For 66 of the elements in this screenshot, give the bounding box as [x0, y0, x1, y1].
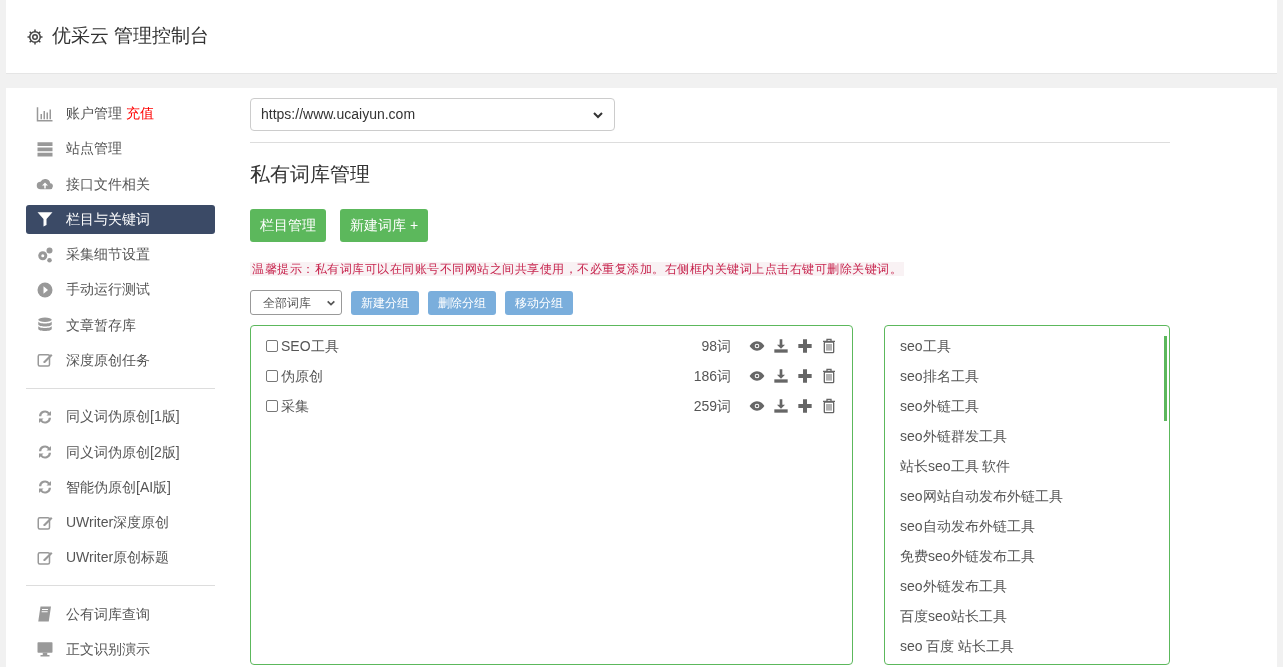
- keyword-item[interactable]: 百度seo站长工具: [900, 601, 1169, 631]
- keyword-item[interactable]: seo自动发布外链工具: [900, 511, 1169, 541]
- bar-chart-icon: [36, 104, 54, 123]
- tip-text: 温馨提示：私有词库可以在同账号不同网站之间共享使用，不必重复添加。右侧框内关键词上点击右键可删除关键词。: [250, 262, 904, 276]
- word-count: 98词: [701, 336, 731, 356]
- keyword-item[interactable]: 免费seo外链发布工具: [900, 541, 1169, 571]
- site-select[interactable]: https://www.ucaiyun.com: [250, 98, 615, 131]
- library-name[interactable]: 采集: [281, 395, 309, 417]
- refresh-icon: [36, 443, 54, 461]
- play-icon: [36, 280, 54, 299]
- sidebar-item[interactable]: 站点管理: [26, 134, 215, 164]
- sidebar-item[interactable]: 深度原创任务: [26, 345, 215, 376]
- keyword-item[interactable]: seo外链工具: [900, 391, 1169, 421]
- refresh-icon: [36, 407, 54, 426]
- plus-icon[interactable]: [797, 368, 813, 384]
- eye-icon[interactable]: [749, 368, 765, 384]
- settings-icon: [26, 27, 44, 46]
- keyword-item[interactable]: seo工具: [900, 331, 1169, 361]
- monitor-icon: [36, 640, 54, 659]
- section-heading: 私有词库管理: [250, 162, 371, 187]
- scrollbar[interactable]: [1164, 336, 1167, 421]
- recharge-link[interactable]: 充值: [126, 103, 154, 125]
- library-name[interactable]: SEO工具: [281, 335, 339, 357]
- trash-icon[interactable]: [821, 338, 837, 354]
- download-icon[interactable]: [773, 338, 789, 354]
- keyword-item[interactable]: seo网站自动发布外链工具: [900, 481, 1169, 511]
- trash-icon[interactable]: [821, 398, 837, 414]
- word-count: 186词: [693, 366, 731, 386]
- checkbox[interactable]: [266, 400, 278, 412]
- sidebar-item[interactable]: 接口文件相关: [26, 169, 215, 199]
- gears-icon: [36, 245, 54, 264]
- sidebar-item[interactable]: UWriter原创标题: [26, 543, 215, 573]
- book-icon: [36, 605, 54, 624]
- sidebar-item[interactable]: 智能伪原创[AI版]: [26, 472, 215, 502]
- sidebar-item[interactable]: 同义词伪原创[1版]: [26, 402, 215, 432]
- checkbox[interactable]: [266, 370, 278, 382]
- edit-icon: [36, 351, 54, 370]
- keyword-item[interactable]: seo外链群发工具: [900, 421, 1169, 451]
- sidebar-item[interactable]: 正文识别演示: [26, 634, 215, 664]
- plus-icon[interactable]: [797, 338, 813, 354]
- download-icon[interactable]: [773, 368, 789, 384]
- keyword-item[interactable]: seo 百度 站长工具: [900, 631, 1169, 661]
- sidebar-item[interactable]: 文章暂存库: [26, 310, 215, 340]
- keyword-item[interactable]: 站长seo工具 软件: [900, 451, 1169, 481]
- eye-icon[interactable]: [749, 398, 765, 414]
- sidebar-item[interactable]: 栏目与关键词: [26, 204, 215, 235]
- filter-icon: [36, 210, 54, 229]
- plus-icon[interactable]: [797, 398, 813, 414]
- page-title: 优采云 管理控制台: [52, 24, 210, 49]
- sidebar-item[interactable]: 手动运行测试: [26, 275, 215, 305]
- sidebar-item[interactable]: 采集细节设置: [26, 240, 215, 270]
- sidebar-item[interactable]: 同义词伪原创[2版]: [26, 437, 215, 467]
- sidebar-item[interactable]: 公有词库查询: [26, 599, 215, 629]
- sidebar-item[interactable]: 账户管理 充值: [26, 99, 215, 129]
- word-count: 259词: [693, 396, 731, 416]
- eye-icon[interactable]: [749, 338, 765, 354]
- trash-icon[interactable]: [821, 368, 837, 384]
- keyword-item[interactable]: seo外链发布工具: [900, 571, 1169, 601]
- keyword-item[interactable]: seo排名工具: [900, 361, 1169, 391]
- refresh-icon: [36, 478, 54, 497]
- checkbox[interactable]: [266, 340, 278, 352]
- sidebar-item[interactable]: UWriter深度原创: [26, 507, 215, 538]
- library-select[interactable]: 全部词库: [250, 290, 342, 315]
- download-icon[interactable]: [773, 398, 789, 414]
- library-name[interactable]: 伪原创: [281, 365, 323, 387]
- server-icon: [36, 139, 54, 158]
